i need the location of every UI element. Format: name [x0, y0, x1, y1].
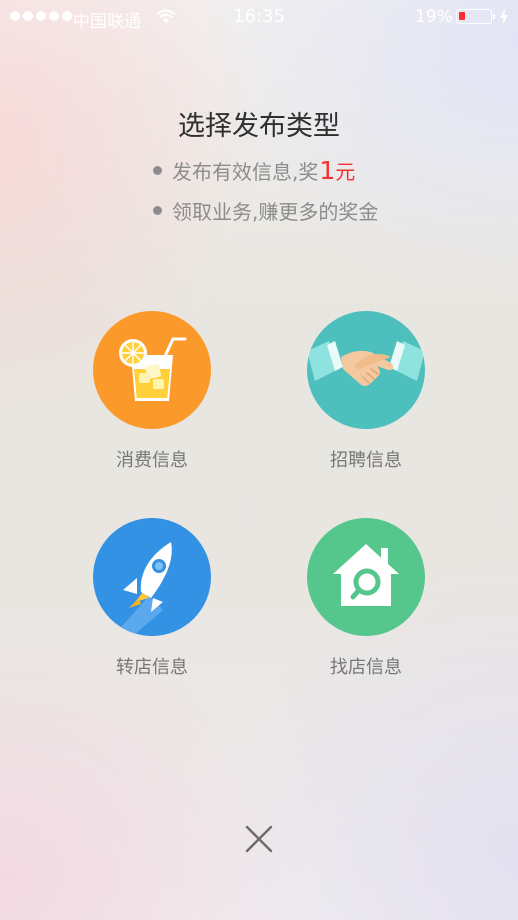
bullet-text: 发布有效信息,奖 — [172, 160, 319, 184]
rocket-icon — [113, 542, 172, 636]
option-circle[interactable] — [93, 518, 211, 636]
close-icon — [245, 825, 273, 853]
bullet-dot — [153, 206, 162, 215]
option-circle[interactable] — [93, 311, 211, 429]
option-label[interactable]: 招聘信息 — [286, 446, 446, 472]
status-bar: 中国联通 16:35 19% — [0, 0, 518, 36]
battery-percent: 19% — [415, 7, 453, 27]
battery-icon — [456, 9, 495, 24]
charging-icon — [499, 9, 509, 30]
option-shop-transfer[interactable]: 转店信息 — [72, 518, 232, 679]
option-circle[interactable] — [307, 311, 425, 429]
option-recruiting[interactable]: 招聘信息 — [286, 311, 446, 472]
reward-unit: 元 — [335, 160, 356, 184]
page-title: 选择发布类型 — [178, 111, 340, 142]
option-label[interactable]: 消费信息 — [72, 446, 232, 472]
option-circle[interactable] — [307, 518, 425, 636]
bullet-dot — [153, 166, 162, 175]
option-label[interactable]: 找店信息 — [286, 653, 446, 679]
close-button[interactable] — [238, 818, 280, 860]
handshake-icon — [307, 341, 425, 386]
battery-level — [459, 12, 465, 20]
option-consumption[interactable]: 消费信息 — [72, 311, 232, 472]
reward-amount: 1 — [319, 155, 336, 185]
option-shop-search[interactable]: 找店信息 — [286, 518, 446, 679]
option-label[interactable]: 转店信息 — [72, 653, 232, 679]
house-search-icon — [333, 544, 399, 606]
bullet-text: 领取业务,赚更多的奖金 — [172, 200, 379, 224]
bonus-bullet: 领取业务,赚更多的奖金 — [153, 196, 378, 225]
reward-bullet: 发布有效信息,奖 1 元 — [153, 156, 355, 185]
drink-icon — [119, 337, 187, 401]
